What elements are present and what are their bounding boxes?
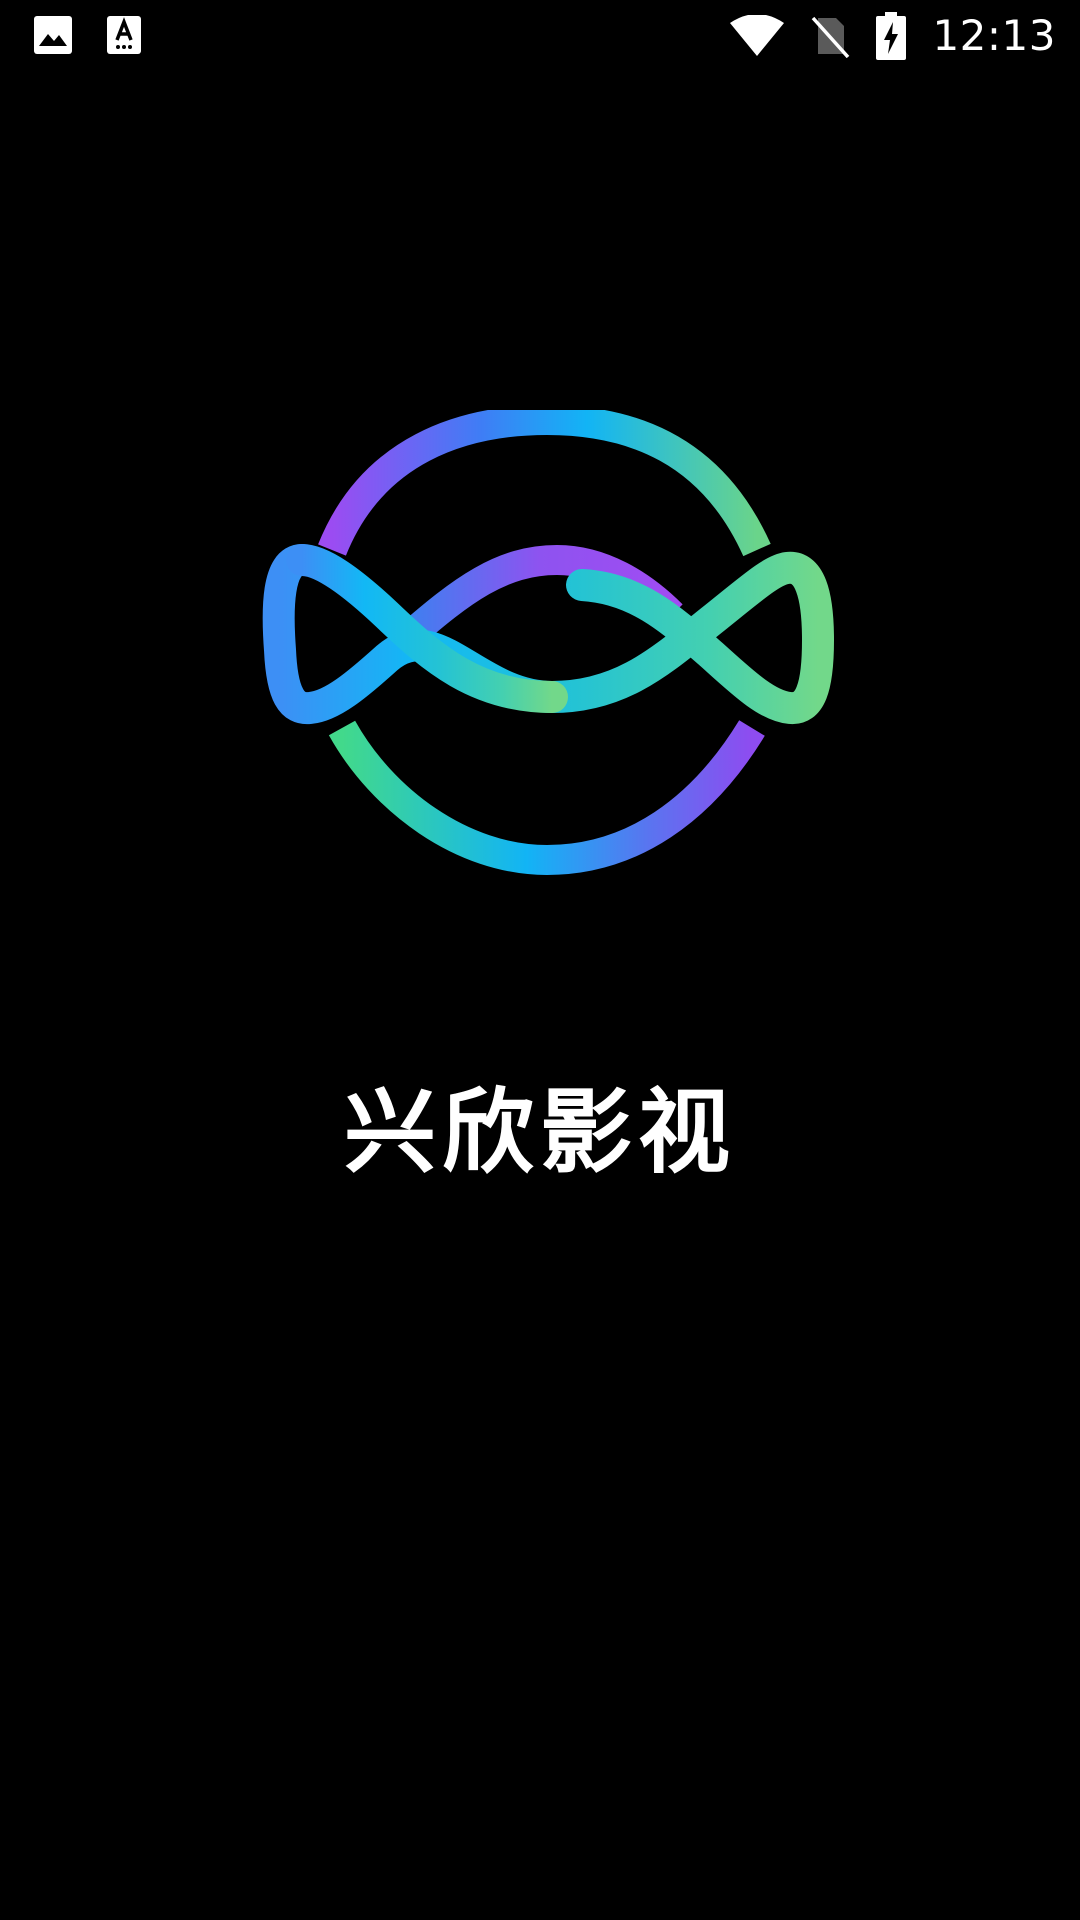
battery-charging-icon [876, 12, 907, 60]
status-bar-notifications [34, 16, 141, 54]
app-title: 兴欣影视 [343, 1079, 736, 1186]
status-bar-system: 12:13 [730, 10, 1056, 62]
splash-screen: 12:13 兴欣影视 [0, 0, 1080, 1920]
wifi-icon [730, 15, 785, 56]
text-a-icon [107, 16, 141, 54]
no-sim-icon [812, 16, 850, 58]
status-bar: 12:13 [0, 0, 1080, 72]
infinity-orbit-logo [262, 410, 834, 876]
status-bar-time: 12:13 [932, 11, 1056, 60]
image-icon [34, 16, 72, 54]
